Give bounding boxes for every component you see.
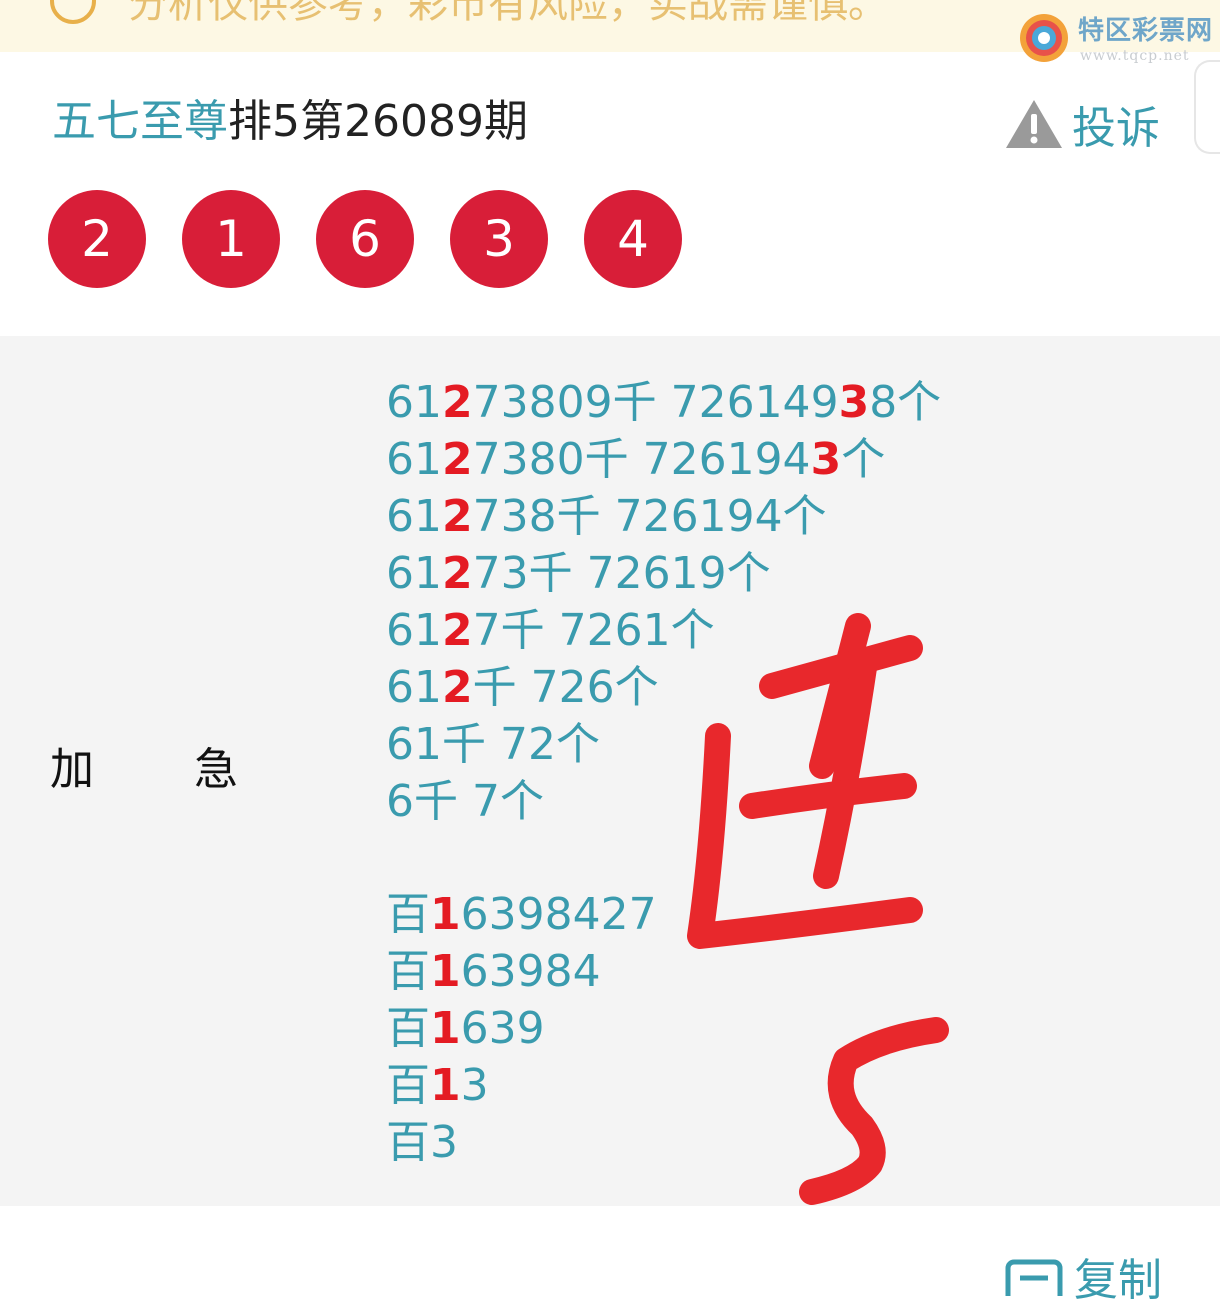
- watermark-name: 特区彩票网: [1078, 16, 1214, 46]
- watermark-url: www.tqcp.net: [1080, 48, 1190, 64]
- info-icon: [50, 0, 96, 24]
- number-ball: 6: [316, 190, 414, 288]
- complain-button[interactable]: 投诉: [1004, 96, 1160, 154]
- site-logo-icon: [1020, 14, 1068, 62]
- author-name-link[interactable]: 五七至尊: [52, 96, 228, 147]
- draw-numbers: 2 1 6 3 4: [48, 190, 718, 288]
- post-title: 五七至尊排5第26089期: [52, 94, 528, 150]
- number-ball: 4: [584, 190, 682, 288]
- number-ball: 1: [182, 190, 280, 288]
- number-ball: 2: [48, 190, 146, 288]
- footer-bar: 复制: [0, 1206, 1220, 1306]
- copy-icon: [1005, 1259, 1063, 1296]
- site-watermark: 特区彩票网 www.tqcp.net: [1018, 10, 1218, 66]
- copy-button[interactable]: 复制: [1004, 1256, 1162, 1306]
- issue-title: 排5第26089期: [228, 96, 528, 147]
- number-ball: 3: [450, 190, 548, 288]
- risk-notice-text: 分析仅供参考，彩市有风险，实战需谨慎。: [128, 0, 888, 27]
- handwritten-mark: [687, 613, 949, 1205]
- copy-label: 复制: [1074, 1255, 1162, 1306]
- complain-label: 投诉: [1072, 103, 1160, 154]
- side-panel-edge: [1194, 60, 1220, 154]
- prediction-content: 加急 61273809千 72614938个 6127380千 7261943个 6…: [0, 336, 1220, 1206]
- warning-icon: [1006, 100, 1062, 148]
